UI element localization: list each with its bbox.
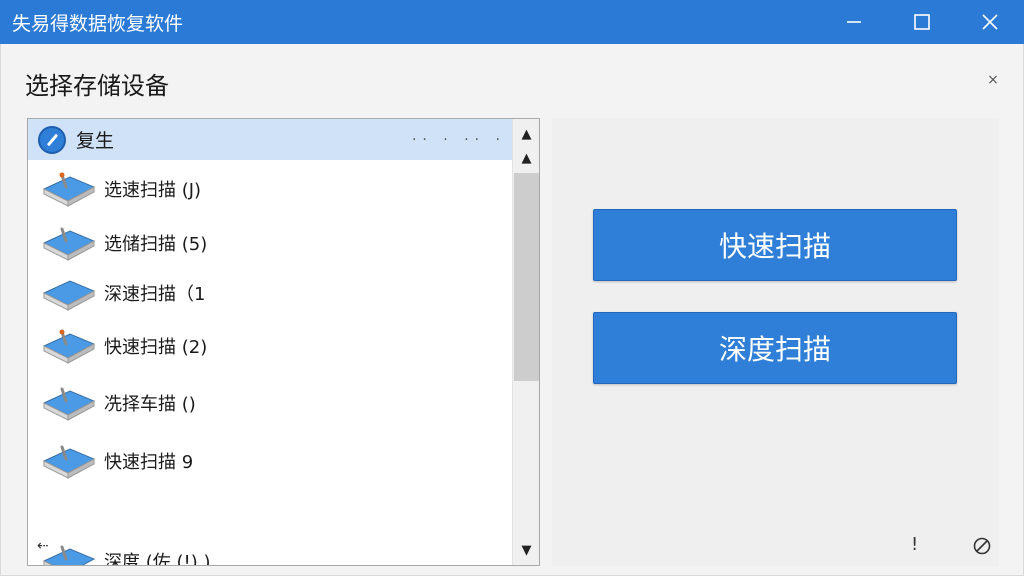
list-item[interactable]: 快速扫描 (2) xyxy=(28,322,512,370)
maximize-icon xyxy=(914,14,930,30)
scroll-down-arrow-icon[interactable]: ▼ xyxy=(513,539,539,561)
pin-icon[interactable]: ⇠ xyxy=(37,538,49,554)
list-item-label: 深度 (佐 (!) ) xyxy=(104,552,211,565)
list-item-label: 深速扫描（1 xyxy=(104,284,206,305)
info-icon[interactable]: ! xyxy=(911,534,918,555)
list-item-label: 快速扫描 (2) xyxy=(104,337,208,358)
device-list-header[interactable]: 复生 ·· · ·· · xyxy=(28,119,512,160)
window-title: 失易得数据恢复软件 xyxy=(12,12,184,35)
minimize-icon xyxy=(847,21,861,23)
scroll-page-up-arrow-icon[interactable]: ▲ xyxy=(513,147,539,169)
deep-scan-button[interactable]: 深度扫描 xyxy=(593,312,957,384)
drive-icon xyxy=(42,227,96,261)
list-item-label: 选储扫描 (5) xyxy=(104,234,208,255)
list-item-label: 冼择车描 () xyxy=(104,394,196,415)
drive-icon xyxy=(42,387,96,421)
maximize-button[interactable] xyxy=(888,0,956,44)
block-icon[interactable] xyxy=(972,536,992,556)
minimize-button[interactable] xyxy=(820,0,888,44)
list-item-label: 选速扫描 (J) xyxy=(104,180,202,201)
list-item[interactable]: 冼择车描 () xyxy=(28,379,512,427)
scroll-up-arrow-icon[interactable]: ▲ xyxy=(513,123,539,145)
close-icon xyxy=(982,14,998,30)
device-list-viewport: 复生 ·· · ·· · 选速扫描 (J) 选储扫描 (5) 深速扫描（1 快速… xyxy=(28,119,512,565)
drive-icon xyxy=(42,172,96,207)
list-item[interactable]: 选速扫描 (J) xyxy=(28,165,512,213)
scan-actions-panel: 快速扫描 深度扫描 xyxy=(552,118,999,566)
list-item[interactable]: 深度 (佐 (!) ) xyxy=(28,537,512,565)
dialog-heading: 选择存储设备 xyxy=(25,72,169,100)
device-list-header-label: 复生 xyxy=(76,130,115,152)
list-item[interactable]: 深速扫描（1 xyxy=(28,269,512,317)
drive-icon xyxy=(42,329,96,364)
dialog-body: 选择存储设备 × 复生 ·· · ·· · 选速扫描 (J) 选储扫描 (5) … xyxy=(0,44,1024,576)
list-item[interactable]: 快速扫描 9 xyxy=(28,437,512,485)
device-list-header-dots: ·· · ·· · xyxy=(411,131,506,148)
list-item[interactable]: 选储扫描 (5) xyxy=(28,219,512,267)
list-item-label: 快速扫描 9 xyxy=(104,452,194,473)
scrollbar-thumb[interactable] xyxy=(514,173,539,381)
drive-icon xyxy=(42,445,96,479)
edit-icon xyxy=(38,125,66,154)
device-list-scrollbar[interactable]: ▲ ▲ ▼ xyxy=(512,119,539,565)
quick-scan-button[interactable]: 快速扫描 xyxy=(593,209,957,281)
drive-icon xyxy=(42,280,96,311)
title-bar: 失易得数据恢复软件 xyxy=(0,0,1024,44)
dialog-close-button[interactable]: × xyxy=(983,70,1003,90)
device-list: 复生 ·· · ·· · 选速扫描 (J) 选储扫描 (5) 深速扫描（1 快速… xyxy=(27,118,540,566)
close-button[interactable] xyxy=(956,0,1024,44)
